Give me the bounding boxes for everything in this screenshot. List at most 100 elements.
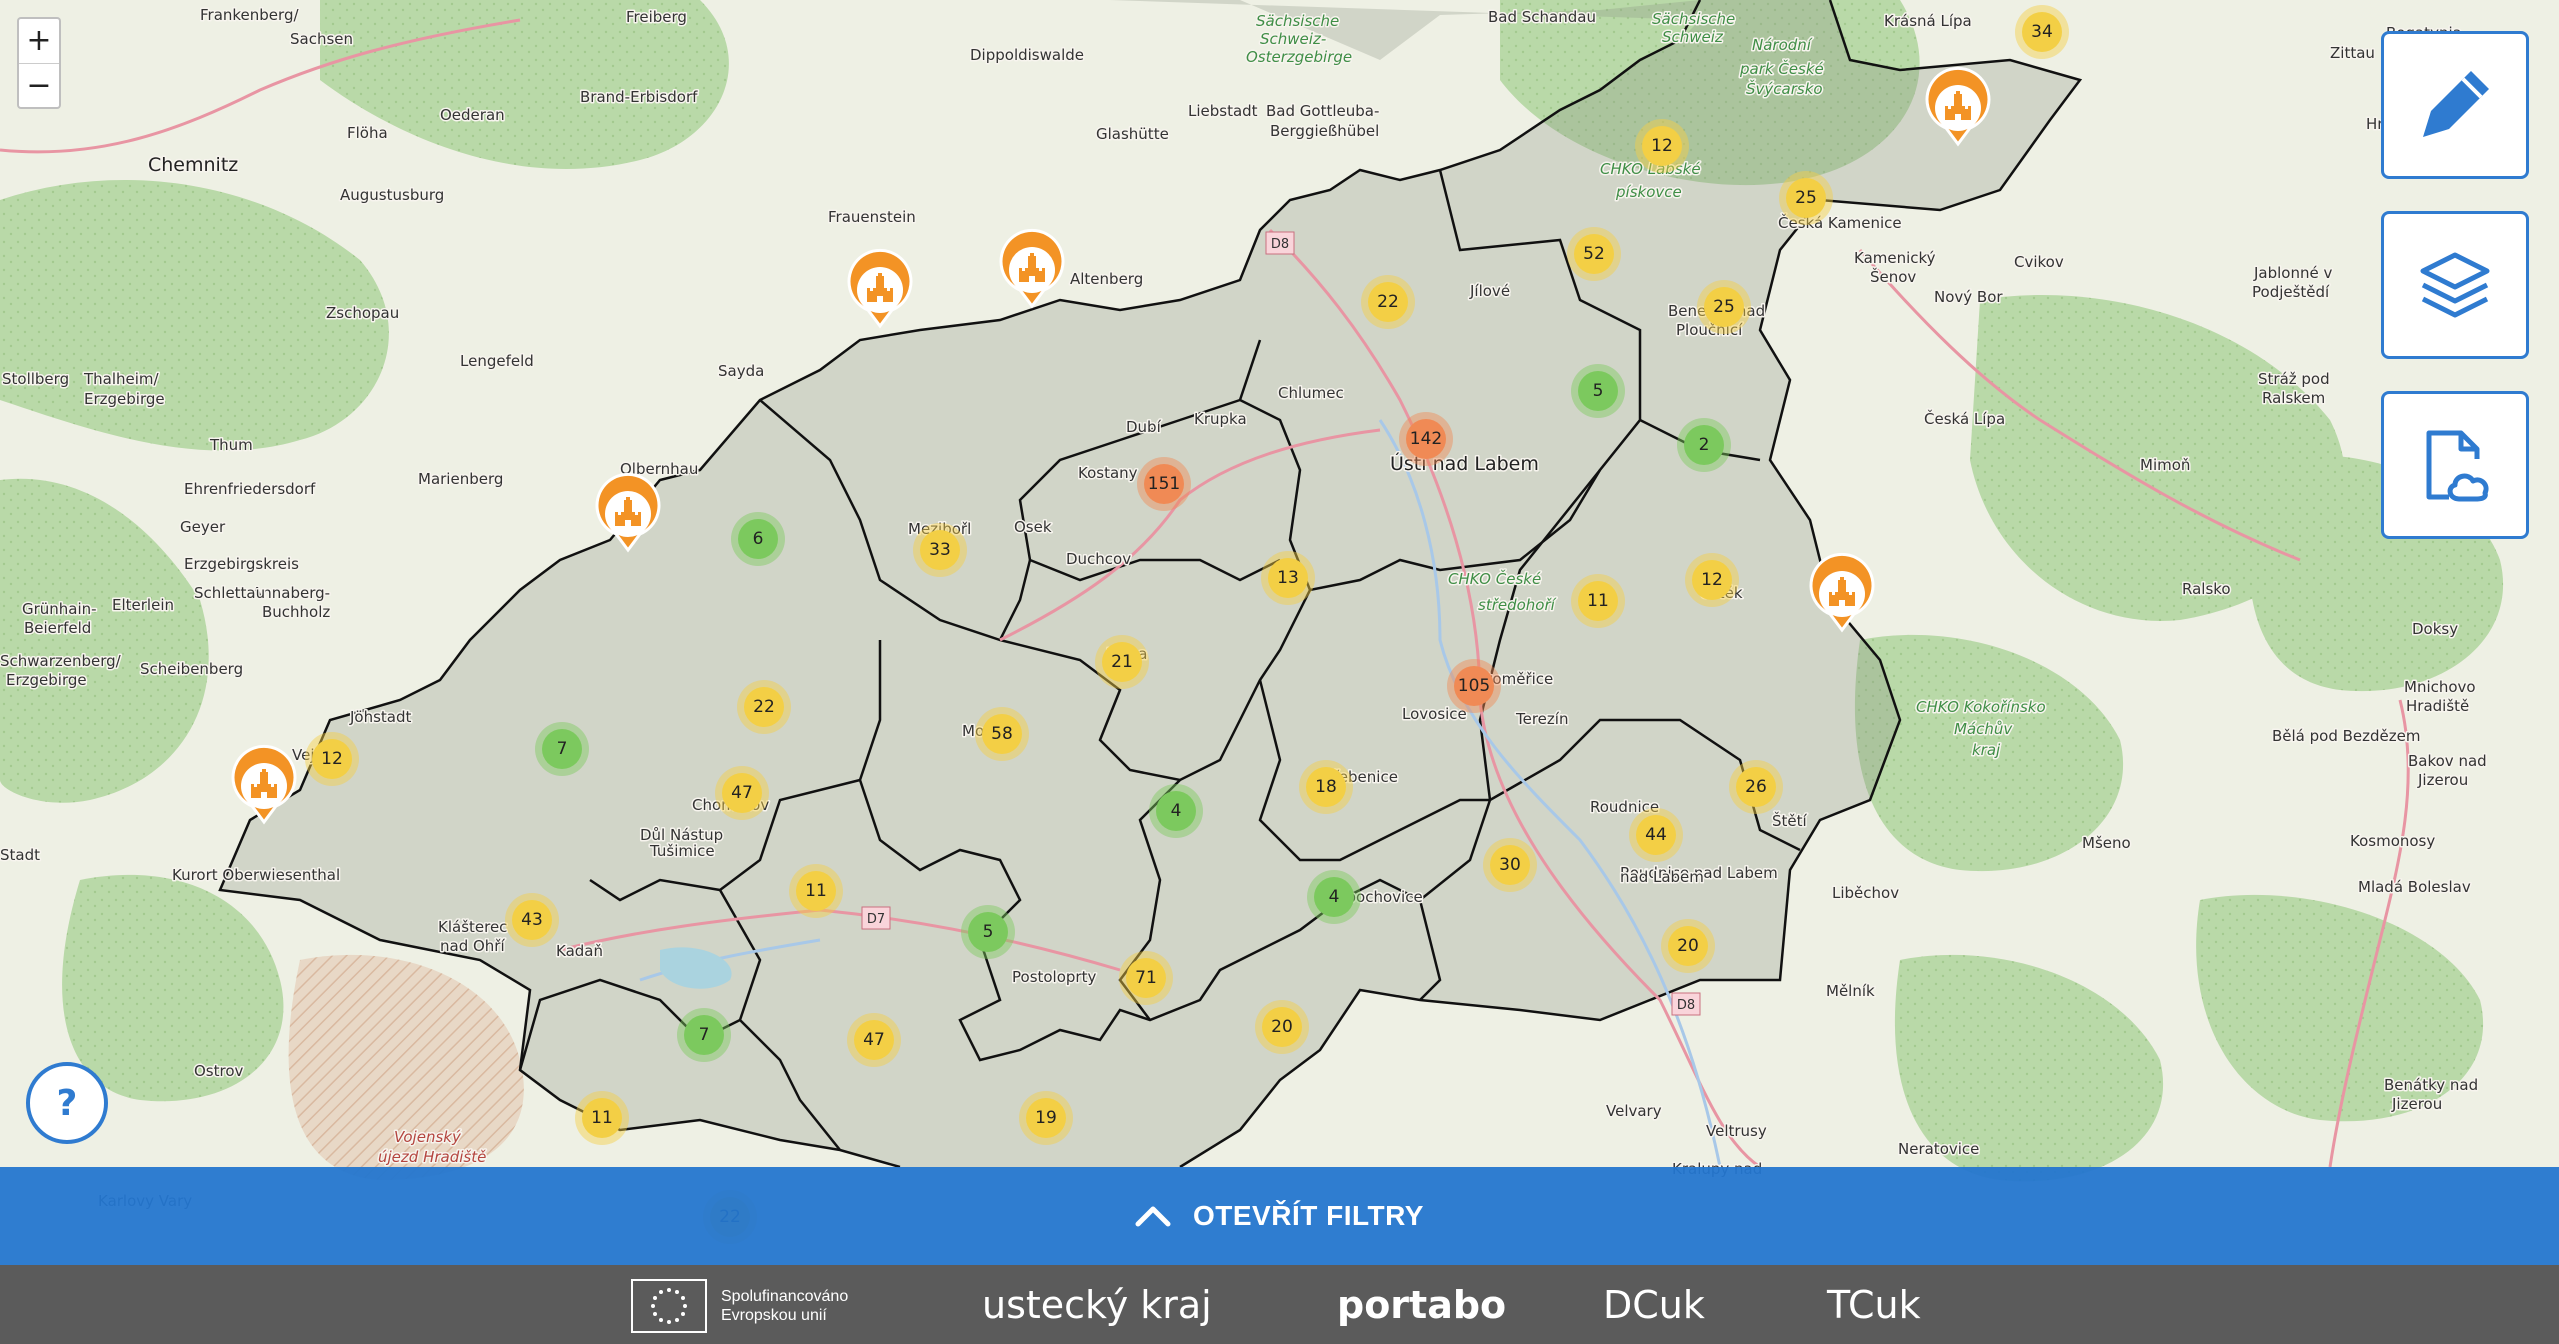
cluster-marker[interactable]: 4 bbox=[1149, 784, 1203, 838]
place-label: středohoří bbox=[1478, 596, 1557, 614]
cluster-marker[interactable]: 19 bbox=[1019, 1091, 1073, 1145]
place-label: Zschopau bbox=[326, 304, 399, 322]
cluster-marker[interactable]: 30 bbox=[1483, 838, 1537, 892]
dcuk-logo[interactable]: DCuk bbox=[1603, 1283, 1705, 1327]
cluster-marker[interactable]: 25 bbox=[1697, 280, 1751, 334]
place-label: Sayda bbox=[718, 362, 764, 380]
cluster-count: 47 bbox=[731, 783, 753, 803]
cluster-marker[interactable]: 4 bbox=[1307, 870, 1361, 924]
place-label: kraj bbox=[1972, 741, 2001, 759]
place-label: Oederan bbox=[440, 106, 505, 124]
place-label: Zittau bbox=[2330, 44, 2375, 62]
cluster-marker[interactable]: 13 bbox=[1261, 551, 1315, 605]
cluster-marker[interactable]: 47 bbox=[847, 1013, 901, 1067]
cluster-count: 2 bbox=[1699, 435, 1710, 455]
cluster-marker[interactable]: 7 bbox=[677, 1008, 731, 1062]
place-label: park České bbox=[1739, 59, 1824, 78]
cluster-marker[interactable]: 7 bbox=[535, 722, 589, 776]
cluster-marker[interactable]: 20 bbox=[1661, 919, 1715, 973]
cluster-marker[interactable]: 105 bbox=[1447, 659, 1501, 713]
cluster-count: 151 bbox=[1148, 474, 1180, 494]
cluster-count: 7 bbox=[557, 739, 568, 759]
cluster-count: 4 bbox=[1329, 887, 1340, 907]
place-label: Máchův bbox=[1954, 720, 2013, 738]
cluster-marker[interactable]: 151 bbox=[1137, 457, 1191, 511]
cluster-count: 30 bbox=[1499, 855, 1521, 875]
place-label: Erzgebirge bbox=[84, 390, 165, 408]
place-label: Jizerou bbox=[2391, 1095, 2442, 1113]
cluster-marker[interactable]: 20 bbox=[1255, 1000, 1309, 1054]
svg-text:D8: D8 bbox=[1677, 998, 1695, 1013]
place-label: Hradiště bbox=[2406, 697, 2469, 715]
zoom-out-button[interactable]: − bbox=[19, 64, 59, 107]
cluster-marker[interactable]: 47 bbox=[715, 766, 769, 820]
help-button[interactable]: ? bbox=[26, 1062, 108, 1144]
cluster-marker[interactable]: 52 bbox=[1567, 227, 1621, 281]
export-tool-button[interactable] bbox=[2381, 391, 2529, 539]
layers-tool-button[interactable] bbox=[2381, 211, 2529, 359]
cluster-marker[interactable]: 12 bbox=[1685, 553, 1739, 607]
cluster-count: 20 bbox=[1271, 1017, 1293, 1037]
cluster-marker[interactable]: 33 bbox=[913, 523, 967, 577]
cluster-marker[interactable]: 22 bbox=[1361, 275, 1415, 329]
cluster-marker[interactable]: 22 bbox=[737, 680, 791, 734]
place-label: Šenov bbox=[1870, 267, 1916, 286]
cluster-marker[interactable]: 11 bbox=[1571, 574, 1625, 628]
place-label: nad Ohří bbox=[440, 937, 505, 955]
cluster-marker[interactable]: 12 bbox=[305, 732, 359, 786]
place-label: Veltrusy bbox=[1706, 1122, 1767, 1140]
cluster-marker[interactable]: 2 bbox=[1677, 418, 1731, 472]
cluster-count: 20 bbox=[1677, 936, 1699, 956]
open-filters-label: OTEVŘÍT FILTRY bbox=[1193, 1200, 1424, 1231]
edit-tool-button[interactable] bbox=[2381, 31, 2529, 179]
cluster-count: 22 bbox=[753, 697, 775, 717]
cluster-count: 105 bbox=[1458, 676, 1490, 696]
cluster-marker[interactable]: 21 bbox=[1095, 635, 1149, 689]
cluster-marker[interactable]: 26 bbox=[1729, 760, 1783, 814]
cluster-marker[interactable]: 6 bbox=[731, 512, 785, 566]
place-label: Altenberg bbox=[1070, 270, 1143, 288]
place-label: Bad Gottleuba- bbox=[1266, 102, 1379, 120]
cluster-marker[interactable]: 71 bbox=[1119, 951, 1173, 1005]
place-label: Postoloprty bbox=[1012, 968, 1096, 986]
cluster-count: 13 bbox=[1277, 568, 1299, 588]
cluster-count: 12 bbox=[1701, 570, 1723, 590]
place-label: Brand-Erbisdorf bbox=[580, 88, 698, 106]
cluster-marker[interactable]: 5 bbox=[961, 905, 1015, 959]
cluster-count: 26 bbox=[1745, 777, 1767, 797]
cluster-marker[interactable]: 5 bbox=[1571, 364, 1625, 418]
portabo-logo[interactable]: portabo bbox=[1337, 1283, 1506, 1327]
place-label: Kosmonosy bbox=[2350, 832, 2435, 850]
place-label: Doksy bbox=[2412, 620, 2458, 638]
cluster-marker[interactable]: 34 bbox=[2015, 5, 2069, 59]
place-label: Mnichovo bbox=[2404, 678, 2476, 696]
tcuk-logo[interactable]: TCuk bbox=[1827, 1283, 1921, 1327]
eu-cofinanced-logo: Spolufinancováno Evropskou unií bbox=[631, 1279, 848, 1333]
open-filters-bar[interactable]: OTEVŘÍT FILTRY bbox=[0, 1167, 2559, 1265]
map-canvas[interactable]: D8 D8 D7 Frankenberg/Sachsen Freiberg Bad Sc… bbox=[0, 0, 2559, 1344]
cluster-marker[interactable]: 11 bbox=[789, 864, 843, 918]
cluster-count: 12 bbox=[321, 749, 343, 769]
cluster-marker[interactable]: 18 bbox=[1299, 760, 1353, 814]
cluster-marker[interactable]: 43 bbox=[505, 893, 559, 947]
cluster-count: 12 bbox=[1651, 136, 1673, 156]
cluster-marker[interactable]: 12 bbox=[1635, 119, 1689, 173]
place-label: Kamenický bbox=[1854, 249, 1936, 267]
cluster-count: 21 bbox=[1111, 652, 1133, 672]
place-label: Kostany bbox=[1078, 464, 1138, 482]
cluster-marker[interactable]: 11 bbox=[575, 1091, 629, 1145]
place-label: Berggießhübel bbox=[1270, 122, 1379, 140]
ustecky-kraj-logo[interactable]: ustecký kraj bbox=[982, 1283, 1212, 1327]
zoom-in-button[interactable]: + bbox=[19, 19, 59, 64]
cluster-marker[interactable]: 25 bbox=[1779, 171, 1833, 225]
cluster-count: 4 bbox=[1171, 801, 1182, 821]
cluster-marker[interactable]: 58 bbox=[975, 707, 1029, 761]
place-label: Lovosice bbox=[1402, 705, 1467, 723]
place-label: Duchcov bbox=[1066, 550, 1131, 568]
cluster-marker[interactable]: 44 bbox=[1629, 808, 1683, 862]
place-label: Schweiz- bbox=[1260, 30, 1326, 48]
place-label: Vojenský bbox=[394, 1128, 462, 1146]
cluster-count: 25 bbox=[1795, 188, 1817, 208]
place-label: Ralsko bbox=[2182, 580, 2231, 598]
cluster-marker[interactable]: 142 bbox=[1399, 412, 1453, 466]
